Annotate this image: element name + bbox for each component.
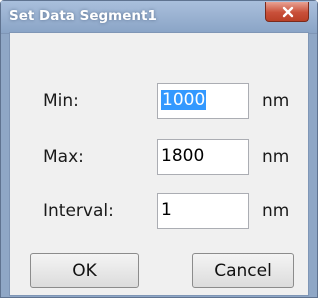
dialog-content: Min: 1000 nm Max: 1800 nm Interval: 1 nm… [9,32,309,296]
cancel-button[interactable]: Cancel [192,253,294,288]
max-value: 1800 [161,146,205,166]
ok-button-label: OK [72,260,97,281]
close-icon [282,6,294,18]
max-label: Max: [43,147,84,167]
dialog-title: Set Data Segment1 [9,8,157,24]
min-label: Min: [43,91,79,111]
interval-value: 1 [161,200,172,220]
min-value: 1000 [161,90,207,110]
min-unit: nm [262,91,290,111]
interval-label: Interval: [43,201,114,221]
ok-button[interactable]: OK [30,253,139,288]
max-unit: nm [262,147,290,167]
interval-input[interactable]: 1 [157,193,249,229]
interval-unit: nm [262,201,290,221]
title-bar[interactable]: Set Data Segment1 [1,1,317,34]
max-input[interactable]: 1800 [157,139,249,175]
dialog-window: Set Data Segment1 Min: 1000 nm Max: 1800… [0,0,318,298]
cancel-button-label: Cancel [214,260,272,281]
min-input[interactable]: 1000 [157,83,249,119]
close-button[interactable] [265,2,309,22]
